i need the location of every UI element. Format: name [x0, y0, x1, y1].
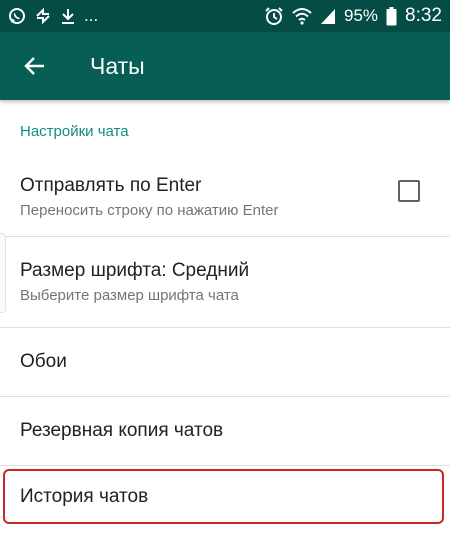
whatsapp-icon [8, 7, 26, 25]
back-button[interactable] [0, 32, 70, 100]
setting-backup-title: Резервная копия чатов [20, 420, 224, 441]
section-header-chat-settings: Настройки чата [20, 123, 129, 140]
battery-percent: 95% [343, 6, 379, 25]
setting-font-size-title: Размер шрифта: Средний [20, 260, 250, 281]
setting-enter-send[interactable]: Отправлять по Enter Переносить строку по… [0, 158, 450, 237]
alarm-icon [264, 6, 284, 26]
setting-wallpaper[interactable]: Обои [0, 328, 450, 397]
setting-backup[interactable]: Резервная копия чатов [0, 397, 450, 466]
status-bar-left: ... [8, 6, 98, 26]
status-bar: ... 95% 8:32 [0, 0, 450, 32]
setting-enter-send-title: Отправлять по Enter [20, 175, 202, 196]
download-icon [60, 7, 76, 25]
back-arrow-icon [24, 57, 44, 75]
more-notifications-indicator: ... [84, 6, 99, 25]
setting-enter-send-subtitle: Переносить строку по нажатию Enter [20, 202, 279, 219]
status-bar-right: 95% 8:32 [264, 5, 442, 27]
page-title: Чаты [90, 52, 145, 79]
highlight-frame [3, 469, 444, 524]
app-bar: Чаты [0, 32, 450, 100]
setting-wallpaper-title: Обои [20, 351, 67, 372]
setting-font-size-subtitle: Выберите размер шрифта чата [20, 287, 239, 304]
clock: 8:32 [405, 5, 442, 26]
signal-icon [320, 7, 336, 25]
wifi-icon [292, 7, 312, 25]
battery-icon [386, 6, 397, 26]
enter-send-checkbox[interactable] [398, 180, 420, 202]
setting-font-size[interactable]: Размер шрифта: Средний Выберите размер ш… [0, 237, 450, 328]
sync-icon [34, 7, 52, 25]
